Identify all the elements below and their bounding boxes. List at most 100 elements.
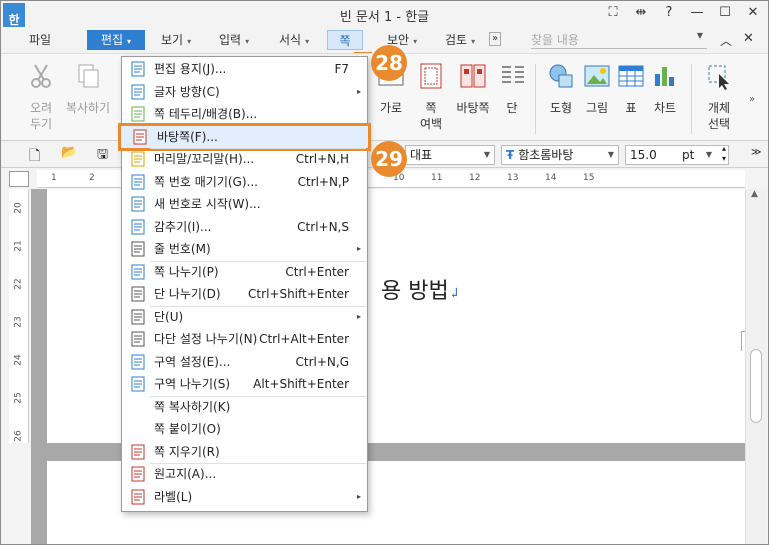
submenu-arrow-icon: ▸ — [356, 491, 361, 501]
minimize-icon[interactable]: — — [690, 5, 704, 20]
page-menu-item[interactable]: 원고지(A)... — [122, 463, 367, 485]
page-border-icon — [130, 106, 146, 122]
page-menu-item[interactable]: 글자 방향(C) ▸ — [122, 81, 367, 103]
page-menu-item[interactable]: 바탕쪽(F)... — [118, 122, 371, 151]
ruler-corner[interactable] — [9, 171, 29, 187]
menu-format[interactable]: 서식 ▾ — [279, 30, 309, 50]
page-menu-item[interactable]: 감추기(I)... Ctrl+N,S — [122, 216, 367, 238]
table-label: 표 — [625, 101, 637, 115]
page-menu-item[interactable]: 머리말/꼬리말(H)... Ctrl+N,H — [122, 148, 367, 170]
chevron-down-icon: ▼ — [705, 150, 712, 159]
menu-edit[interactable]: 편집 ▾ — [87, 30, 145, 50]
picture-button[interactable]: 그림 — [581, 62, 613, 116]
page-menu-item-label: 쪽 나누기(P) — [154, 264, 219, 279]
page-menu-item[interactable]: 쪽 번호 매기기(G)... Ctrl+N,P — [122, 171, 367, 193]
menu-review[interactable]: 검토 ▾ — [445, 30, 475, 50]
copy-icon — [78, 64, 99, 88]
new-document-icon[interactable]: 🗋 — [29, 145, 40, 169]
menu-edit-label: 편집 — [100, 33, 124, 47]
toolbar-expand-icon[interactable]: ≫ — [751, 147, 761, 158]
menu-file[interactable]: 파일 — [29, 30, 51, 50]
save-icon[interactable]: 🖫 — [97, 145, 108, 167]
page-menu-item-label: 쪽 번호 매기기(G)... — [154, 174, 258, 189]
chevron-down-icon: ▾ — [305, 37, 310, 46]
vertical-ruler[interactable]: 20 21 22 23 24 25 26 — [9, 189, 29, 443]
page-menu-item-label: 편집 용지(J)... — [154, 62, 227, 76]
open-folder-icon[interactable]: 📂 — [61, 145, 77, 160]
menu-page[interactable]: 쪽 — [327, 30, 363, 50]
page-menu-item[interactable]: 다단 설정 나누기(N) Ctrl+Alt+Enter — [122, 328, 367, 350]
page-margin-icon — [420, 63, 442, 89]
menu-more-button[interactable]: » — [489, 32, 502, 46]
ruler-tick-label: 20 — [13, 202, 24, 214]
page-menu-item[interactable]: 쪽 붙이기(O) — [122, 418, 367, 440]
close-document-icon[interactable]: ✕ — [743, 31, 754, 46]
master-page-button[interactable]: 바탕쪽 — [453, 62, 493, 116]
chevron-down-icon: ▼ — [483, 150, 490, 159]
columns-label: 단 — [506, 101, 518, 115]
page-menu-item-label: 쪽 지우기(R) — [154, 444, 220, 459]
page-margin-button[interactable]: 쪽 여백 — [413, 62, 449, 132]
step-callout-29: 29 — [371, 141, 407, 177]
page-menu-item[interactable]: 구역 설정(E)... Ctrl+N,G — [122, 351, 367, 373]
page-menu-item-label: 단 나누기(D) — [154, 287, 221, 301]
split-view-icon[interactable]: ⇹ — [634, 5, 648, 20]
object-select-button[interactable]: 개체 선택 — [701, 62, 737, 132]
scroll-up-icon[interactable]: ▲ — [751, 189, 758, 199]
page-menu-item[interactable]: 쪽 지우기(R) — [122, 441, 367, 463]
chevron-down-icon: ▾ — [413, 37, 418, 46]
table-button[interactable]: 표 — [617, 62, 645, 116]
page-menu-item-shortcut: Ctrl+N,S — [297, 219, 349, 234]
menu-input[interactable]: 입력 ▾ — [219, 30, 249, 50]
chevron-down-icon: ▾ — [127, 37, 132, 46]
scrollbar-thumb[interactable] — [750, 349, 762, 423]
page-menu-item[interactable]: 단 나누기(D) Ctrl+Shift+Enter — [122, 283, 367, 305]
cut-button[interactable]: 오려 두기 — [25, 62, 57, 132]
page-menu-item-label: 구역 나누기(S) — [154, 377, 230, 391]
vertical-scrollbar[interactable]: ▲ — [745, 189, 767, 544]
page-menu-item[interactable]: 편집 용지(J)... F7 — [122, 58, 367, 80]
maximize-icon[interactable]: ☐ — [718, 5, 732, 20]
page-menu-item[interactable]: 쪽 복사하기(K) — [122, 396, 367, 418]
chart-label: 차트 — [653, 101, 677, 115]
label-icon — [130, 489, 146, 505]
columns-button[interactable]: 단 — [499, 62, 525, 116]
page-menu-item[interactable]: 새 번호로 시작(W)... — [122, 193, 367, 215]
page-menu-item[interactable]: 쪽 나누기(P) Ctrl+Enter — [122, 261, 367, 283]
chevron-down-icon[interactable]: ▼ — [697, 31, 703, 40]
chart-button[interactable]: 차트 — [649, 62, 681, 116]
stepper-icon[interactable]: ▴ ▾ — [722, 144, 726, 164]
ruler-tick-label: 14 — [545, 173, 557, 183]
font-select[interactable]: Ŧ 함초롬바탕 ▼ — [501, 145, 619, 165]
menu-view[interactable]: 보기 ▾ — [161, 30, 191, 50]
collapse-ribbon-icon[interactable]: ︿ — [720, 32, 732, 49]
multi-column-break-icon — [130, 331, 146, 347]
page-menu-item-label: 단(U) — [154, 309, 184, 324]
ruler-tick-label: 13 — [507, 173, 519, 183]
style-select[interactable]: 대표 ▼ — [405, 145, 495, 165]
page-menu-item[interactable]: 구역 나누기(S) Alt+Shift+Enter — [122, 373, 367, 395]
document-text[interactable]: 용 방법↲ — [381, 273, 460, 305]
ribbon-divider — [691, 64, 692, 134]
page-menu-item-label: 글자 방향(C) — [154, 84, 220, 99]
page-menu-item[interactable]: 라벨(L) ▸ — [122, 486, 367, 508]
column-break-icon — [130, 286, 146, 302]
search-input[interactable]: 찾을 내용 ▼ — [531, 31, 707, 49]
copy-button[interactable]: 복사하기 — [65, 62, 111, 116]
page-menu-dropdown: 편집 용지(J)... F7 글자 방향(C) ▸ 쪽 테두리/배경(B)... 바탕쪽(… — [118, 56, 371, 512]
close-icon[interactable]: ✕ — [746, 5, 760, 20]
text-direction-icon — [130, 84, 146, 100]
page-menu-item[interactable]: 단(U) ▸ — [122, 306, 367, 328]
page-menu-item-shortcut: Ctrl+N,H — [295, 152, 349, 166]
font-size-select[interactable]: 15.0 pt ▼ ▴ ▾ — [625, 144, 729, 165]
help-icon[interactable]: ? — [662, 5, 676, 20]
shapes-button[interactable]: 도형 — [545, 62, 577, 116]
picture-label: 그림 — [585, 101, 609, 115]
fullscreen-icon[interactable]: ⛶ — [606, 5, 620, 20]
page-menu-item-label: 줄 번호(M) — [154, 242, 211, 256]
ribbon-expand-icon[interactable]: » — [749, 94, 755, 105]
manuscript-icon — [130, 466, 146, 482]
menu-review-label: 검토 — [445, 33, 468, 47]
section-break-icon — [130, 376, 146, 392]
page-menu-item[interactable]: 줄 번호(M) ▸ — [122, 238, 367, 260]
